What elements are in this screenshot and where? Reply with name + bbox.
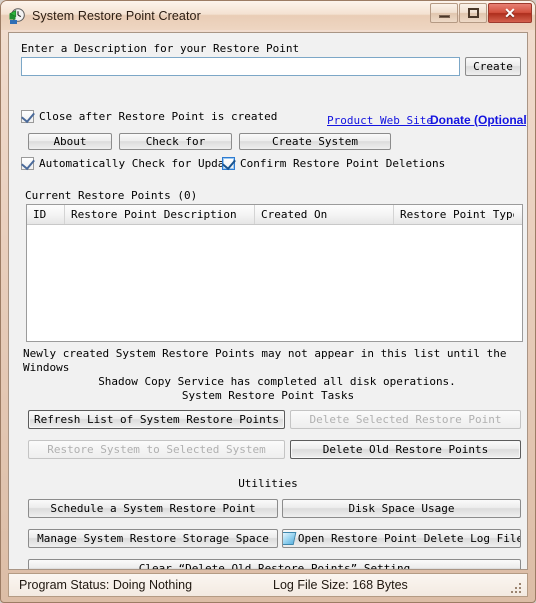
maximize-button[interactable] <box>459 3 487 23</box>
log-file-size-label: Log File Size: <box>273 578 349 592</box>
close-after-create-label: Close after Restore Point is created <box>39 110 278 123</box>
close-icon: ✕ <box>504 5 516 21</box>
close-button[interactable]: ✕ <box>488 3 532 23</box>
about-button[interactable]: About <box>28 133 112 150</box>
utilities-section-title: Utilities <box>238 477 298 490</box>
log-file-icon <box>283 532 297 545</box>
delete-old-restore-points-button[interactable]: Delete Old Restore Points <box>290 440 521 459</box>
open-delete-log-file-label: Open Restore Point Delete Log File <box>297 532 521 545</box>
clear-delete-old-setting-button[interactable]: Clear “Delete Old Restore Points” Settin… <box>28 559 521 569</box>
close-after-create-checkbox[interactable] <box>21 108 35 124</box>
confirm-deletions-checkbox-row[interactable]: Confirm Restore Point Deletions <box>222 155 446 171</box>
current-restore-points-label: Current Restore Points (0) <box>25 189 198 202</box>
description-label: Enter a Description for your Restore Poi… <box>21 42 300 55</box>
listview-body[interactable] <box>27 225 522 341</box>
donate-link[interactable]: Donate (Optional) <box>430 113 527 127</box>
column-header-created-on[interactable]: Created On <box>255 205 394 224</box>
schedule-restore-point-button[interactable]: Schedule a System Restore Point <box>28 499 278 518</box>
window-title: System Restore Point Creator <box>32 8 201 23</box>
minimize-icon <box>438 14 450 18</box>
window-controls: ✕ <box>430 3 532 23</box>
auto-check-updates-checkbox[interactable] <box>21 155 35 171</box>
program-status-value: Doing Nothing <box>112 578 193 592</box>
tasks-section-title: System Restore Point Tasks <box>181 389 355 402</box>
create-button[interactable]: Create <box>465 57 521 76</box>
delete-selected-restore-point-button: Delete Selected Restore Point <box>290 410 521 429</box>
title-bar: System Restore Point Creator ✕ <box>1 1 535 30</box>
product-web-site-link[interactable]: Product Web Site <box>327 114 433 127</box>
manage-storage-space-button[interactable]: Manage System Restore Storage Space <box>28 529 278 548</box>
clock-restore-icon <box>8 7 26 25</box>
open-delete-log-file-button[interactable]: Open Restore Point Delete Log File <box>282 529 521 548</box>
program-status-label: Program Status: <box>19 578 110 592</box>
listview-note: Newly created System Restore Points may … <box>23 347 527 389</box>
restore-points-listview[interactable]: ID Restore Point Description Created On … <box>26 204 523 342</box>
auto-check-updates-checkbox-row[interactable]: Automatically Check for Updat <box>21 155 232 171</box>
description-input[interactable] <box>21 57 460 76</box>
log-file-size: Log File Size: 168 Bytes <box>273 578 408 592</box>
listview-note-line2: Shadow Copy Service has completed all di… <box>98 375 456 388</box>
listview-note-line1: Newly created System Restore Points may … <box>23 347 507 374</box>
confirm-deletions-checkbox[interactable] <box>222 155 236 171</box>
close-after-create-checkbox-row[interactable]: Close after Restore Point is created <box>21 108 278 124</box>
program-status: Program Status: Doing Nothing <box>19 578 192 592</box>
refresh-list-button[interactable]: Refresh List of System Restore Points <box>28 410 285 429</box>
maximize-icon <box>467 8 479 18</box>
column-header-id[interactable]: ID <box>27 205 65 224</box>
disk-space-usage-button[interactable]: Disk Space Usage <box>282 499 521 518</box>
log-file-size-value: 168 Bytes <box>352 578 408 592</box>
column-header-description[interactable]: Restore Point Description <box>65 205 255 224</box>
check-for-updates-button[interactable]: Check for <box>119 133 232 150</box>
confirm-deletions-label: Confirm Restore Point Deletions <box>240 157 446 170</box>
listview-header: ID Restore Point Description Created On … <box>27 205 522 225</box>
minimize-button[interactable] <box>430 3 458 23</box>
resize-grip-icon[interactable] <box>511 581 523 593</box>
status-bar: Program Status: Doing Nothing Log File S… <box>8 573 528 597</box>
restore-system-button: Restore System to Selected System <box>28 440 285 459</box>
column-header-type[interactable]: Restore Point Type <box>394 205 514 224</box>
create-system-button[interactable]: Create System <box>239 133 391 150</box>
application-window: System Restore Point Creator ✕ Enter a D… <box>0 0 536 603</box>
client-area: Enter a Description for your Restore Poi… <box>8 32 528 570</box>
auto-check-updates-label: Automatically Check for Updat <box>39 157 232 170</box>
